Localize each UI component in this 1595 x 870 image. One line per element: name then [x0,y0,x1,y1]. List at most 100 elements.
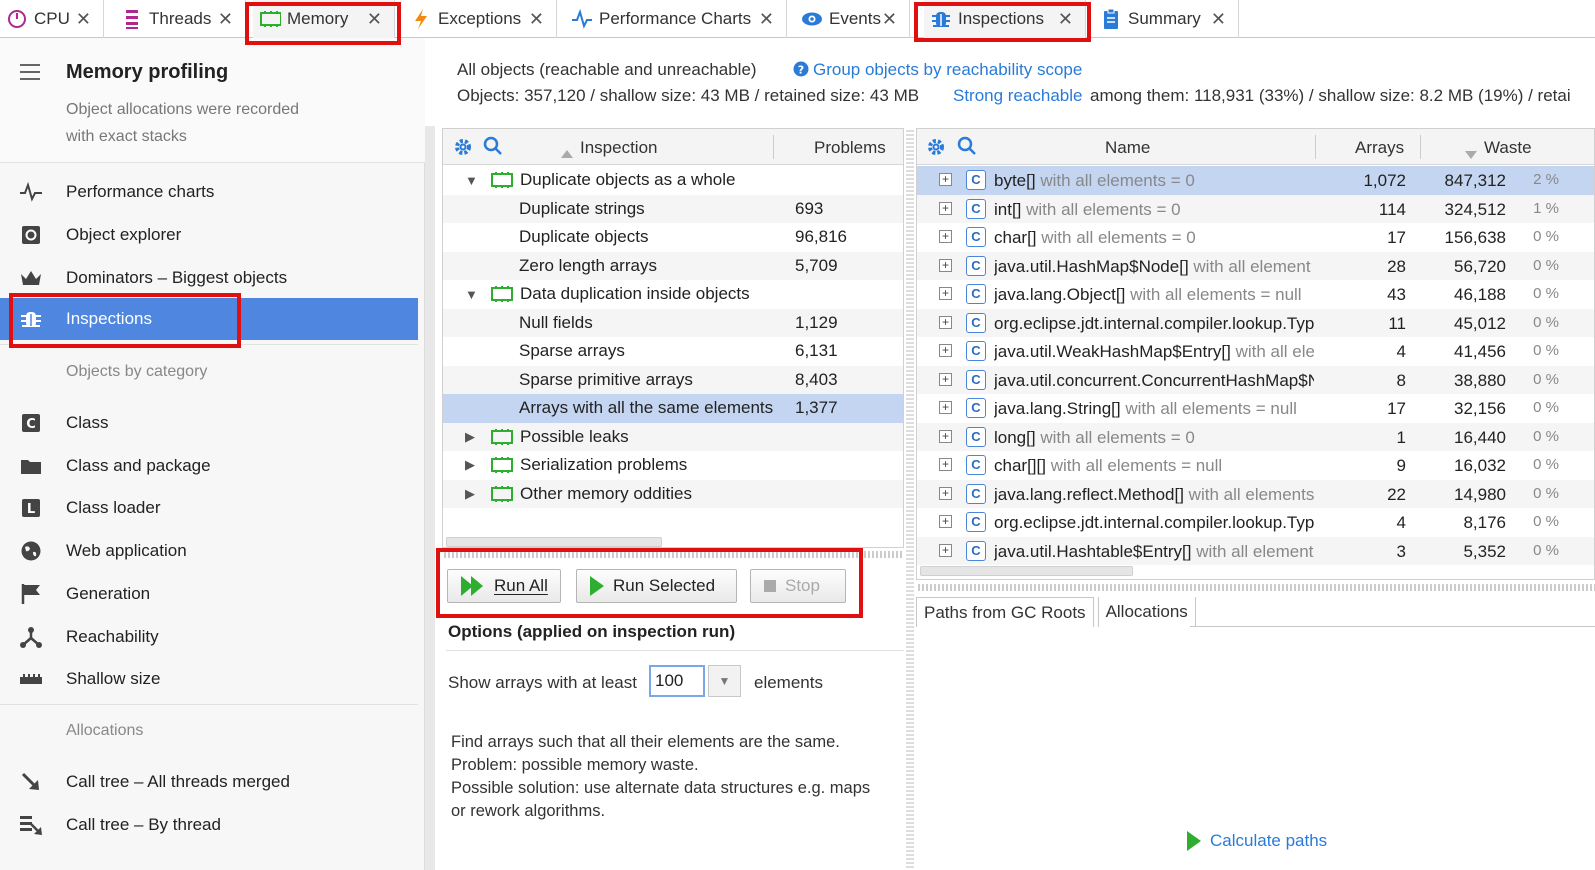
sidebar-item-dominators[interactable]: Dominators – Biggest objects [0,257,418,299]
search-icon[interactable] [957,136,977,161]
expand-plus-icon[interactable]: + [939,486,952,500]
expand-plus-icon[interactable]: + [939,315,952,329]
expand-down-icon[interactable]: ▼ [465,287,478,302]
group-by-reachability-link[interactable]: ? Group objects by reachability scope [793,60,1082,80]
tab-inspections[interactable]: Inspections ✕ [924,0,1086,38]
tree-row[interactable]: Duplicate strings 693 [443,194,903,223]
close-icon[interactable]: ✕ [882,9,897,30]
expand-right-icon[interactable]: ▶ [465,429,475,445]
horizontal-scrollbar[interactable] [920,566,1133,576]
close-icon[interactable]: ✕ [529,9,544,30]
sidebar-item-class[interactable]: C Class [0,402,418,444]
horizontal-scrollbar[interactable] [446,537,662,547]
expand-plus-icon[interactable]: + [939,258,952,272]
table-row[interactable]: + Cjava.lang.reflect.Method[] with all el… [917,479,1594,508]
close-icon[interactable]: ✕ [367,9,382,30]
stop-button[interactable]: Stop [750,569,846,603]
sidebar-item-call-tree-by-thread[interactable]: Call tree – By thread [0,804,418,846]
tab-threads[interactable]: Threads ✕ [115,0,246,38]
chevron-down-icon[interactable]: ▼ [708,665,741,697]
tree-group-row[interactable]: ▼ Data duplication inside objects [443,280,903,309]
column-inspection[interactable]: Inspection [580,138,658,158]
settings-gear-icon[interactable] [926,137,946,162]
table-row[interactable]: + Corg.eclipse.jdt.internal.compiler.look… [917,308,1594,337]
tab-memory[interactable]: Memory ✕ [253,0,395,38]
table-row[interactable]: + Clong[] with all elements = 0 1 16,440 0 % [917,422,1594,451]
column-waste[interactable]: Waste [1484,138,1532,158]
expand-plus-icon[interactable]: + [939,287,952,300]
tree-row[interactable]: Null fields 1,129 [443,308,903,337]
table-row[interactable]: + Cjava.util.WeakHashMap$Entry[] with all… [917,337,1594,366]
sidebar-item-shallow-size[interactable]: Shallow size [0,658,418,700]
table-row[interactable]: + Corg.eclipse.jdt.internal.compiler.look… [917,508,1594,537]
sidebar-item-class-and-package[interactable]: Class and package [0,445,418,487]
expand-plus-icon[interactable]: + [939,201,952,215]
column-name[interactable]: Name [1105,138,1150,158]
splitter[interactable] [442,551,904,558]
sidebar-item-performance-charts[interactable]: Performance charts [0,171,418,213]
tab-paths-from-gc-roots[interactable]: Paths from GC Roots [916,597,1094,627]
settings-gear-icon[interactable] [453,137,473,162]
expand-plus-icon[interactable]: + [939,401,952,414]
expand-plus-icon[interactable]: + [939,429,952,443]
tab-exceptions[interactable]: Exceptions ✕ [404,0,557,38]
close-icon[interactable]: ✕ [1058,9,1073,30]
expand-plus-icon[interactable]: + [939,458,952,471]
run-selected-button[interactable]: Run Selected [576,569,737,603]
sidebar-item-class-loader[interactable]: L Class loader [0,487,418,529]
table-row[interactable]: + Cchar[] with all elements = 0 17 156,638 0… [917,223,1594,252]
min-elements-input[interactable] [649,665,705,697]
table-row[interactable]: + Cjava.util.HashMap$Node[] with all elem… [917,251,1594,280]
expand-plus-icon[interactable]: + [939,372,952,386]
expand-right-icon[interactable]: ▶ [465,457,475,473]
tree-group-row[interactable]: ▶ Serialization problems [443,451,903,480]
tab-allocations[interactable]: Allocations [1097,597,1196,627]
expand-down-icon[interactable]: ▼ [465,173,478,188]
expand-plus-icon[interactable]: + [939,543,952,557]
expand-plus-icon[interactable]: + [939,173,952,186]
tree-row[interactable]: Zero length arrays 5,709 [443,251,903,280]
expand-plus-icon[interactable]: + [939,230,952,243]
sidebar-item-web-application[interactable]: Web application [0,530,418,572]
calculate-paths-link[interactable]: Calculate paths [1186,830,1327,852]
tab-performance-charts[interactable]: Performance Charts ✕ [565,0,787,38]
vertical-splitter[interactable] [906,128,914,870]
table-row[interactable]: + Cbyte[] with all elements = 0 1,072 847,3… [917,166,1594,195]
close-icon[interactable]: ✕ [218,9,233,30]
close-icon[interactable]: ✕ [76,9,91,30]
sidebar-scrollbar[interactable] [425,126,435,870]
tree-row[interactable]: Arrays with all the same elements 1,377 [443,394,903,423]
close-icon[interactable]: ✕ [1211,9,1226,30]
sidebar-item-generation[interactable]: Generation [0,573,418,615]
sidebar-item-reachability[interactable]: Reachability [0,616,418,658]
menu-icon[interactable] [20,64,40,85]
sidebar-item-object-explorer[interactable]: Object explorer [0,214,418,256]
table-row[interactable]: + Cjava.util.Hashtable$Entry[] with all e… [917,536,1594,565]
tree-row[interactable]: Sparse arrays 6,131 [443,337,903,366]
tree-group-row[interactable]: ▶ Possible leaks [443,422,903,451]
table-row[interactable]: + Cchar[][] with all elements = null 9 16,0… [917,451,1594,480]
tree-group-row[interactable]: ▼ Duplicate objects as a whole [443,166,903,195]
table-row[interactable]: + Cint[] with all elements = 0 114 324,512 1… [917,194,1594,223]
tree-row[interactable]: Sparse primitive arrays 8,403 [443,365,903,394]
table-row[interactable]: + Cjava.lang.String[] with all elements =… [917,394,1594,423]
tab-events[interactable]: Events ✕ [795,0,910,38]
expand-right-icon[interactable]: ▶ [465,486,475,502]
column-problems[interactable]: Problems [814,138,886,158]
close-icon[interactable]: ✕ [759,9,774,30]
strong-reachable-link[interactable]: Strong reachable [953,86,1082,106]
tree-row[interactable]: Duplicate objects 96,816 [443,223,903,252]
expand-plus-icon[interactable]: + [939,344,952,357]
column-arrays[interactable]: Arrays [1355,138,1404,158]
tab-cpu[interactable]: CPU ✕ [0,0,104,38]
sidebar-item-call-tree-all[interactable]: Call tree – All threads merged [0,761,418,803]
tree-group-row[interactable]: ▶ Other memory oddities [443,479,903,508]
run-all-button[interactable]: Run All [447,569,561,603]
expand-plus-icon[interactable]: + [939,515,952,528]
search-icon[interactable] [483,136,503,161]
splitter[interactable] [916,584,1595,591]
table-row[interactable]: + Cjava.util.concurrent.ConcurrentHashMap… [917,365,1594,394]
sidebar-item-inspections[interactable]: Inspections [0,298,418,340]
table-row[interactable]: + Cjava.lang.Object[] with all elements =… [917,280,1594,309]
tab-summary[interactable]: Summary ✕ [1094,0,1239,38]
